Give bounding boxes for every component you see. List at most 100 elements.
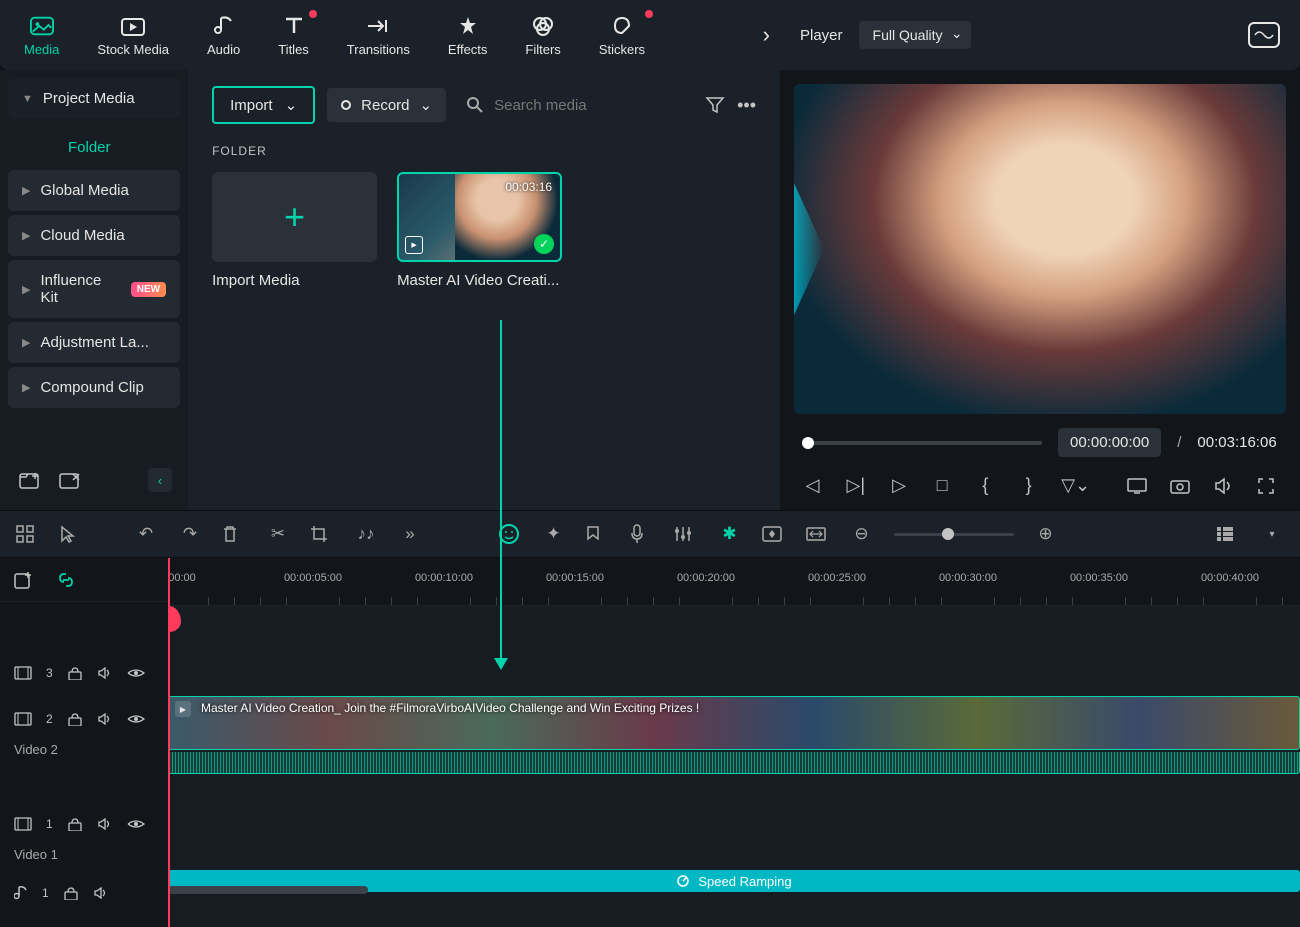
delete-folder-icon[interactable] [56, 466, 84, 494]
tracks-area[interactable]: ▶ Master AI Video Creation_ Join the #Fi… [168, 606, 1300, 896]
voiceover-icon[interactable] [630, 524, 654, 544]
marker-dropdown[interactable]: ▽⌄ [1061, 475, 1083, 496]
audio-tool-button[interactable]: ♪♪ [354, 524, 378, 544]
split-button[interactable]: ✂ [266, 524, 290, 544]
marker-icon[interactable] [586, 525, 610, 543]
sidebar-cloud-media[interactable]: ▶ Cloud Media [8, 215, 180, 256]
tab-audio[interactable]: Audio [203, 6, 244, 65]
waveform-button[interactable] [1248, 22, 1280, 48]
record-icon [341, 100, 351, 110]
clip-check-icon: ✓ [534, 234, 554, 254]
undo-button[interactable]: ↶ [134, 524, 158, 544]
import-media-card[interactable]: + Import Media [212, 172, 377, 289]
track-header-audio-1[interactable]: 1 [0, 870, 168, 916]
track-header-3[interactable]: 3 [0, 650, 168, 696]
stop-button[interactable]: □ [932, 475, 953, 496]
tabs-scroll-right[interactable]: › [763, 22, 770, 48]
tab-stickers[interactable]: Stickers [595, 6, 649, 65]
volume-button[interactable] [1214, 477, 1235, 495]
fullscreen-button[interactable] [1257, 477, 1278, 495]
sidebar-folder[interactable]: Folder [8, 123, 180, 166]
playhead[interactable] [168, 558, 170, 927]
tab-media[interactable]: Media [20, 6, 63, 65]
render-icon[interactable]: ✦ [542, 524, 566, 544]
import-button[interactable]: Import ⌄ [212, 86, 315, 124]
tab-stock-media[interactable]: Stock Media [93, 6, 173, 65]
horizontal-scrollbar[interactable] [168, 886, 368, 894]
zoom-out-button[interactable]: ⊖ [850, 524, 874, 544]
track-view-chevron[interactable]: ▾ [1260, 529, 1284, 540]
media-icon [30, 14, 54, 38]
snapshot-button[interactable] [1170, 478, 1191, 494]
chevron-right-icon: ▶ [22, 229, 30, 242]
tab-label: Audio [207, 42, 240, 57]
mute-icon[interactable] [97, 817, 113, 831]
visibility-icon[interactable] [127, 818, 145, 830]
tab-transitions[interactable]: Transitions [343, 6, 414, 65]
visibility-icon[interactable] [127, 667, 145, 679]
tab-label: Stock Media [97, 42, 169, 57]
progress-handle[interactable] [802, 437, 814, 449]
collapse-sidebar-button[interactable]: ‹ [148, 468, 172, 492]
timeline-body[interactable]: 00:0000:00:05:0000:00:10:0000:00:15:0000… [168, 558, 1300, 927]
record-button[interactable]: Record ⌄ [327, 88, 446, 122]
sidebar-compound-clip[interactable]: ▶ Compound Clip [8, 367, 180, 408]
mute-icon[interactable] [93, 886, 109, 900]
zoom-in-button[interactable]: ⊕ [1034, 524, 1058, 544]
sidebar-project-media[interactable]: ▼ Project Media [8, 78, 180, 119]
track-lane-1[interactable] [168, 778, 1300, 870]
track-header-2[interactable]: 2 [0, 696, 168, 742]
sidebar-adjustment-layer[interactable]: ▶ Adjustment La... [8, 322, 180, 363]
mixer-icon[interactable] [674, 525, 698, 543]
grid-icon[interactable] [16, 525, 40, 543]
lock-icon[interactable] [63, 886, 79, 900]
tab-filters[interactable]: Filters [521, 6, 564, 65]
play-button[interactable]: ▷ [888, 475, 909, 496]
more-tools-button[interactable]: » [398, 524, 422, 544]
delete-button[interactable] [222, 525, 246, 543]
add-track-icon[interactable] [14, 571, 38, 589]
lock-icon[interactable] [67, 712, 83, 726]
lock-icon[interactable] [67, 817, 83, 831]
filter-icon[interactable] [705, 96, 725, 114]
main-tabs: Media Stock Media Audio Titles Transitio… [0, 0, 780, 70]
redo-button[interactable]: ↷ [178, 524, 202, 544]
preview-viewport[interactable] [794, 84, 1286, 414]
cursor-icon[interactable] [60, 525, 84, 543]
more-icon[interactable]: ••• [737, 95, 756, 116]
tab-label: Stickers [599, 42, 645, 57]
progress-bar[interactable] [802, 441, 1042, 445]
new-folder-icon[interactable] [16, 466, 44, 494]
audio-track-icon [14, 885, 28, 901]
auto-cut-icon[interactable]: ✱ [718, 524, 742, 544]
search-input[interactable] [494, 97, 693, 114]
prev-frame-button[interactable]: ◁ [802, 475, 823, 496]
visibility-icon[interactable] [127, 713, 145, 725]
clip-thumbnail: 00:03:16 ✓ [397, 172, 562, 262]
audio-waveform[interactable] [168, 752, 1300, 774]
crop-button[interactable] [310, 525, 334, 543]
mark-in-button[interactable]: { [975, 475, 996, 496]
sidebar-global-media[interactable]: ▶ Global Media [8, 170, 180, 211]
clip-strip[interactable]: ▶ Master AI Video Creation_ Join the #Fi… [168, 696, 1300, 750]
tab-titles[interactable]: Titles [274, 6, 313, 65]
track-lane-2[interactable]: ▶ Master AI Video Creation_ Join the #Fi… [168, 694, 1300, 778]
media-clip-card[interactable]: 00:03:16 ✓ Master AI Video Creati... [397, 172, 562, 289]
lock-icon[interactable] [67, 666, 83, 680]
mute-icon[interactable] [97, 666, 113, 680]
keyframe-icon[interactable] [762, 526, 786, 542]
display-button[interactable] [1127, 478, 1148, 494]
fit-icon[interactable] [806, 527, 830, 541]
mute-icon[interactable] [97, 712, 113, 726]
track-lane-3[interactable] [168, 606, 1300, 652]
tab-effects[interactable]: Effects [444, 6, 492, 65]
quality-dropdown[interactable]: Full Quality [859, 21, 971, 49]
mark-out-button[interactable]: } [1018, 475, 1039, 496]
link-icon[interactable] [56, 570, 80, 590]
time-ruler[interactable]: 00:0000:00:05:0000:00:10:0000:00:15:0000… [168, 558, 1300, 606]
step-forward-button[interactable]: ▷| [845, 475, 866, 496]
sidebar-influence-kit[interactable]: ▶ Influence Kit NEW [8, 260, 180, 318]
track-view-icon[interactable] [1216, 526, 1240, 542]
zoom-slider[interactable] [894, 533, 1014, 536]
track-header-1[interactable]: 1 [0, 801, 168, 847]
